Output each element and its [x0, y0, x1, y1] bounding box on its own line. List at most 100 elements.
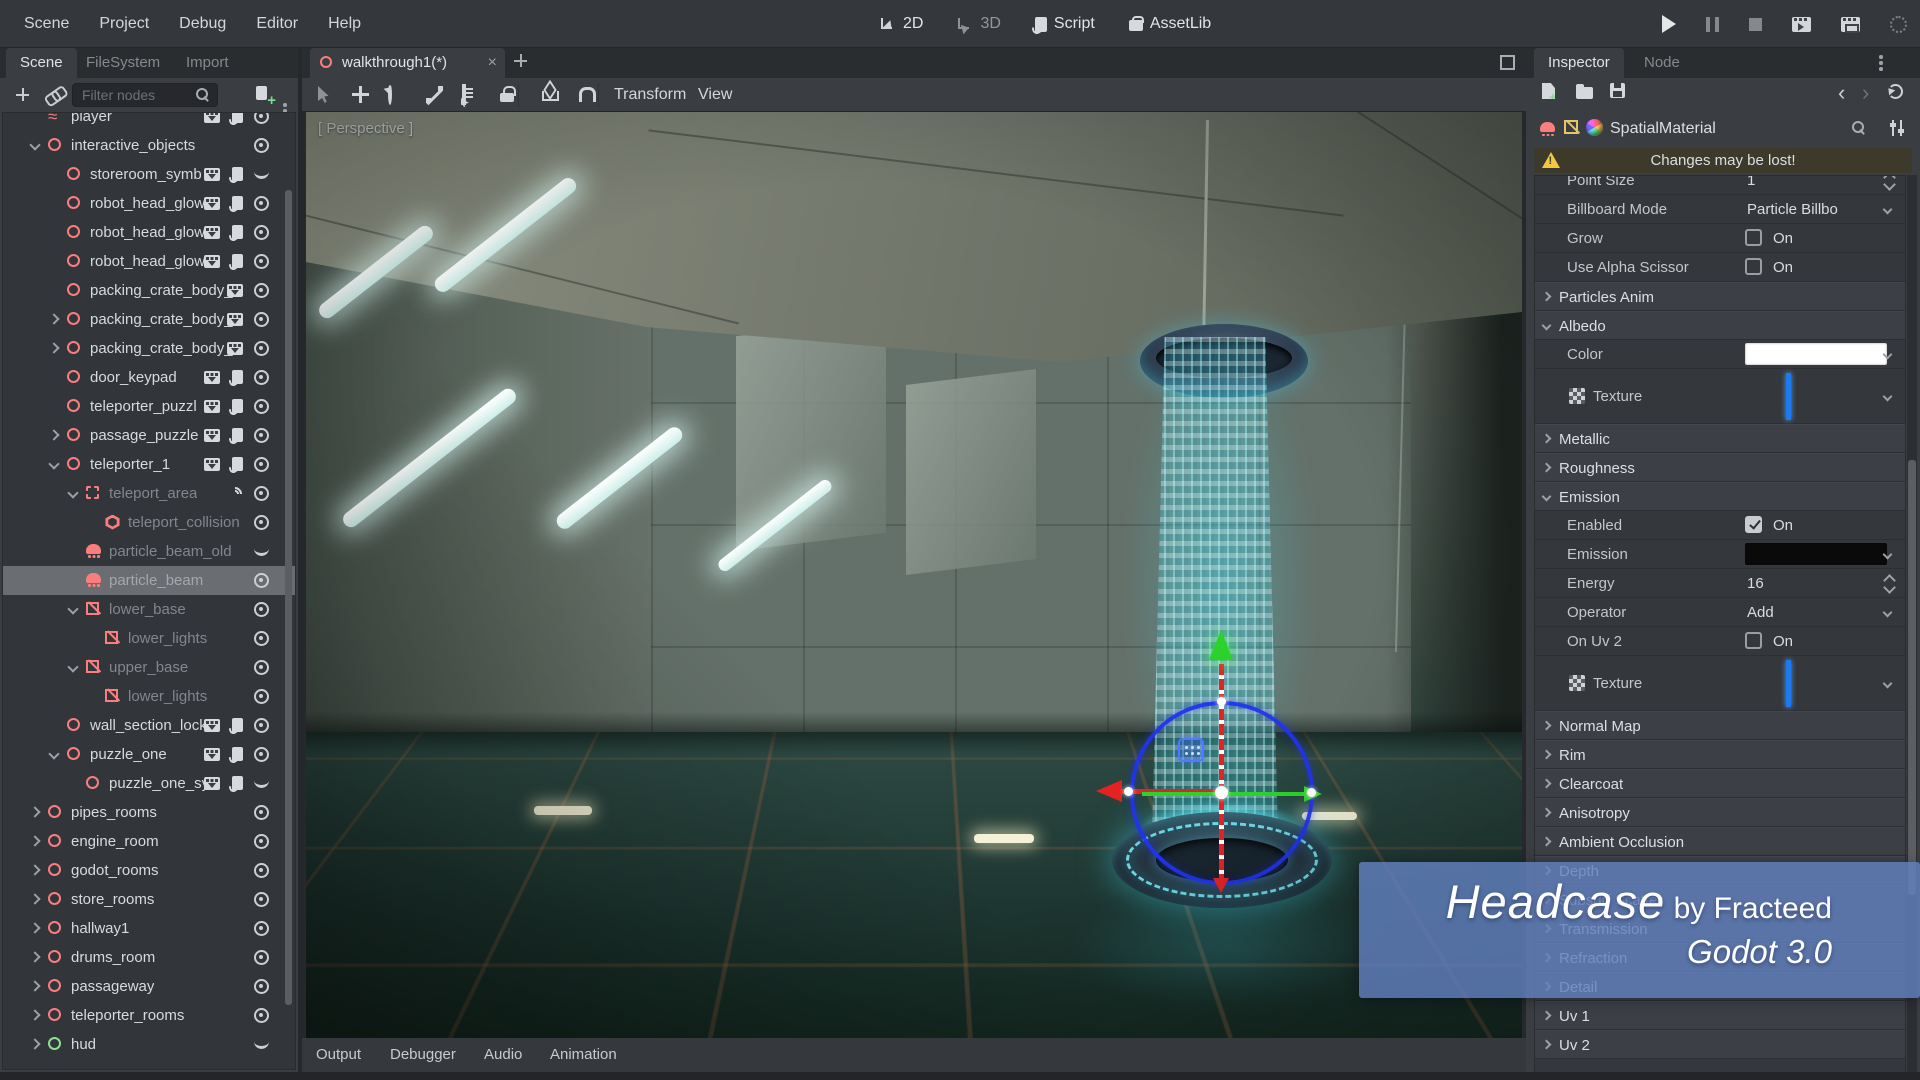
- property-billboard-mode[interactable]: Billboard Mode Particle Billbo: [1535, 195, 1905, 224]
- visibility-toggle-icon[interactable]: [254, 920, 269, 936]
- script-icon[interactable]: [232, 369, 243, 384]
- tree-row-passageway[interactable]: passageway: [3, 972, 295, 1001]
- visibility-toggle-icon[interactable]: [254, 572, 269, 588]
- tree-row-teleport-collision[interactable]: teleport_collision: [3, 508, 295, 537]
- menu-scene[interactable]: Scene: [24, 15, 69, 33]
- category-emission[interactable]: Emission: [1535, 481, 1905, 511]
- visibility-toggle-icon[interactable]: [254, 891, 269, 907]
- property-on-uv-2[interactable]: On Uv 2 On: [1535, 627, 1905, 656]
- visibility-toggle-icon[interactable]: [254, 137, 269, 153]
- visibility-toggle-icon[interactable]: [254, 601, 269, 617]
- category-anisotropy[interactable]: Anisotropy: [1535, 797, 1905, 827]
- spinbox-arrows-icon[interactable]: [1884, 576, 1894, 592]
- save-resource-icon[interactable]: [1610, 83, 1625, 98]
- history-forward-icon[interactable]: ›: [1862, 82, 1869, 104]
- script-icon[interactable]: [232, 253, 243, 268]
- property-operator[interactable]: Operator Add: [1535, 598, 1905, 627]
- tab-node[interactable]: Node: [1630, 48, 1694, 78]
- bottom-tab-debugger[interactable]: Debugger: [390, 1038, 456, 1072]
- property-texture[interactable]: Texture: [1535, 369, 1905, 424]
- property-enabled[interactable]: Enabled On: [1535, 511, 1905, 540]
- visibility-toggle-icon[interactable]: [254, 746, 269, 762]
- load-resource-icon[interactable]: [1576, 84, 1593, 99]
- tree-row-puzzle-one-sy[interactable]: puzzle_one_sy: [3, 769, 295, 798]
- tree-row-teleport-area[interactable]: teleport_area: [3, 479, 295, 508]
- film-icon[interactable]: [204, 399, 220, 413]
- tree-row-upper-base[interactable]: upper_base: [3, 653, 295, 682]
- visibility-toggle-icon[interactable]: [254, 548, 269, 556]
- texture-preview[interactable]: [1786, 659, 1791, 707]
- inspector-scrollbar[interactable]: [1908, 460, 1916, 895]
- tree-row-passage-puzzle[interactable]: passage_puzzle: [3, 421, 295, 450]
- category-uv-2[interactable]: Uv 2: [1535, 1029, 1905, 1059]
- menu-help[interactable]: Help: [328, 15, 361, 33]
- visibility-toggle-icon[interactable]: [254, 630, 269, 646]
- tree-row-door-keypad[interactable]: door_keypad: [3, 363, 295, 392]
- tree-row-packing-crate-body-[interactable]: packing_crate_body_: [3, 305, 295, 334]
- signal-icon[interactable]: [228, 487, 243, 500]
- changes-warning[interactable]: Changes may be lost!: [1534, 148, 1912, 173]
- property-emission[interactable]: Emission: [1535, 540, 1905, 569]
- script-icon[interactable]: [232, 427, 243, 442]
- dropdown-icon[interactable]: [1882, 204, 1893, 214]
- dropdown-icon[interactable]: [1882, 607, 1893, 617]
- dropdown-icon[interactable]: [1882, 391, 1893, 401]
- script-view-button[interactable]: Script: [1034, 15, 1095, 33]
- tree-row-particle-beam-old[interactable]: particle_beam_old: [3, 537, 295, 566]
- tab-scene[interactable]: Scene: [6, 48, 77, 78]
- texture-preview[interactable]: [1786, 372, 1791, 420]
- expand-chevron-icon[interactable]: [67, 602, 79, 615]
- visibility-toggle-icon[interactable]: [254, 949, 269, 965]
- expand-chevron-icon[interactable]: [48, 312, 60, 325]
- expand-chevron-icon[interactable]: [48, 457, 60, 470]
- inspector-search-icon[interactable]: [1852, 121, 1866, 135]
- script-icon[interactable]: [232, 166, 243, 181]
- expand-chevron-icon[interactable]: [67, 486, 79, 499]
- scene-tree[interactable]: player interactive_objects storeroom_symbr…: [2, 112, 296, 1070]
- tree-row-packing-crate-body-[interactable]: packing_crate_body_: [3, 334, 295, 363]
- checkbox[interactable]: [1745, 515, 1762, 533]
- menu-debug[interactable]: Debug: [179, 15, 226, 33]
- tree-row-robot-head-glow[interactable]: robot_head_glow: [3, 218, 295, 247]
- visibility-toggle-icon[interactable]: [254, 398, 269, 414]
- tree-row-interactive-objects[interactable]: interactive_objects: [3, 131, 295, 160]
- tree-row-lower-lights[interactable]: lower_lights: [3, 624, 295, 653]
- visibility-toggle-icon[interactable]: [254, 1041, 269, 1049]
- checkbox[interactable]: [1745, 257, 1762, 275]
- film-icon[interactable]: [227, 341, 243, 355]
- pause-button[interactable]: [1706, 16, 1719, 32]
- property-use-alpha-scissor[interactable]: Use Alpha Scissor On: [1535, 253, 1905, 282]
- expand-chevron-icon[interactable]: [29, 138, 41, 151]
- expand-chevron-icon[interactable]: [29, 863, 41, 876]
- bottom-tab-animation[interactable]: Animation: [550, 1038, 617, 1072]
- perspective-menu[interactable]: [ Perspective ]: [318, 120, 413, 137]
- history-back-icon[interactable]: ‹: [1838, 82, 1845, 104]
- 3d-view-button[interactable]: 3D: [957, 15, 1001, 33]
- tree-row-lower-lights[interactable]: lower_lights: [3, 682, 295, 711]
- category-particles-anim[interactable]: Particles Anim: [1535, 281, 1905, 311]
- script-icon[interactable]: [232, 224, 243, 239]
- script-icon[interactable]: [232, 775, 243, 790]
- expand-chevron-icon[interactable]: [29, 834, 41, 847]
- category-metallic[interactable]: Metallic: [1535, 423, 1905, 453]
- tree-row-godot-rooms[interactable]: godot_rooms: [3, 856, 295, 885]
- play-button[interactable]: [1662, 15, 1676, 33]
- expand-chevron-icon[interactable]: [48, 428, 60, 441]
- film-icon[interactable]: [204, 167, 220, 181]
- checkbox[interactable]: [1745, 228, 1762, 246]
- visibility-toggle-icon[interactable]: [254, 978, 269, 994]
- bottom-tab-audio[interactable]: Audio: [484, 1038, 522, 1072]
- play-scene-button[interactable]: [1792, 16, 1811, 32]
- tree-row-puzzle-one[interactable]: puzzle_one: [3, 740, 295, 769]
- tree-row-hud[interactable]: hud: [3, 1030, 295, 1059]
- tree-row-robot-head-glow[interactable]: robot_head_glow: [3, 247, 295, 276]
- view-menu[interactable]: View: [698, 78, 732, 112]
- property-grow[interactable]: Grow On: [1535, 224, 1905, 253]
- history-icon[interactable]: [1888, 84, 1903, 99]
- scene-tab-walkthrough1[interactable]: walkthrough1(*) ×: [310, 48, 505, 78]
- color-swatch[interactable]: [1745, 343, 1887, 365]
- play-custom-scene-button[interactable]: [1841, 16, 1860, 33]
- visibility-toggle-icon[interactable]: [254, 369, 269, 385]
- gizmo-green-axis[interactable]: [1142, 786, 1322, 802]
- tab-import[interactable]: Import: [172, 48, 243, 78]
